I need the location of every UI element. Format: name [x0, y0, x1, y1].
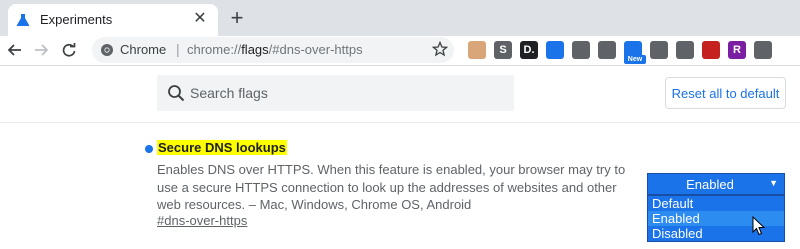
reload-icon: [62, 43, 76, 57]
reload-button[interactable]: [58, 39, 80, 61]
reset-all-button[interactable]: Reset all to default: [665, 77, 786, 109]
url-prefix: chrome://: [187, 42, 242, 57]
ext-filter-icon[interactable]: [650, 41, 668, 59]
back-arrow-icon: [8, 44, 21, 56]
url-text: chrome://flags/#dns-over-https: [187, 42, 363, 57]
ext-bookmark-icon[interactable]: [546, 41, 564, 59]
search-flags-box[interactable]: Search flags: [157, 75, 514, 111]
header-divider: [0, 122, 800, 123]
mouse-cursor-icon: [752, 216, 766, 236]
search-input[interactable]: Search flags: [190, 85, 268, 101]
forward-button[interactable]: [30, 39, 52, 61]
option-default[interactable]: Default: [648, 196, 784, 211]
ext-r-icon[interactable]: R: [728, 41, 746, 59]
ext-face-icon[interactable]: [468, 41, 486, 59]
forward-arrow-icon: [35, 44, 48, 56]
new-tab-button[interactable]: +: [225, 7, 249, 31]
ext-glasses-icon[interactable]: [598, 41, 616, 59]
search-icon: [168, 85, 185, 102]
chrome-logo-icon: [101, 44, 113, 56]
ext-mascot-icon[interactable]: [676, 41, 694, 59]
tab-title: Experiments: [40, 12, 113, 27]
tab-strip: Experiments ✕ +: [0, 0, 800, 36]
back-button[interactable]: [4, 39, 26, 61]
ext-new-badge: New: [624, 55, 646, 64]
ext-dots-icon[interactable]: [754, 41, 772, 59]
ext-s-icon[interactable]: S: [494, 41, 512, 59]
tab-experiments[interactable]: Experiments ✕: [8, 4, 218, 36]
ext-arrow-icon[interactable]: [572, 41, 590, 59]
bookmark-star-icon[interactable]: [432, 41, 448, 57]
chevron-down-icon: ▼: [769, 178, 778, 188]
ext-new-icon[interactable]: New: [624, 41, 646, 64]
site-label: Chrome: [120, 42, 167, 57]
address-bar[interactable]: Chrome | chrome://flags/#dns-over-https: [92, 37, 454, 63]
flask-icon: [16, 14, 30, 26]
close-icon[interactable]: ✕: [190, 9, 210, 29]
select-value: Enabled: [686, 177, 734, 192]
url-host: flags: [241, 42, 269, 57]
toolbar: Chrome | chrome://flags/#dns-over-https …: [0, 36, 800, 66]
experiment-status-dot: [145, 145, 153, 153]
address-separator: |: [176, 41, 180, 57]
experiment-title: Secure DNS lookups: [157, 140, 287, 155]
ext-d-icon[interactable]: D.: [520, 41, 538, 59]
experiment-anchor-link[interactable]: #dns-over-https: [157, 213, 247, 228]
ext-redarrow-icon[interactable]: [702, 41, 720, 59]
url-suffix: /#dns-over-https: [268, 42, 363, 57]
experiment-state-select[interactable]: Enabled ▼: [647, 173, 785, 195]
experiment-description: Enables DNS over HTTPS. When this featur…: [157, 162, 626, 212]
